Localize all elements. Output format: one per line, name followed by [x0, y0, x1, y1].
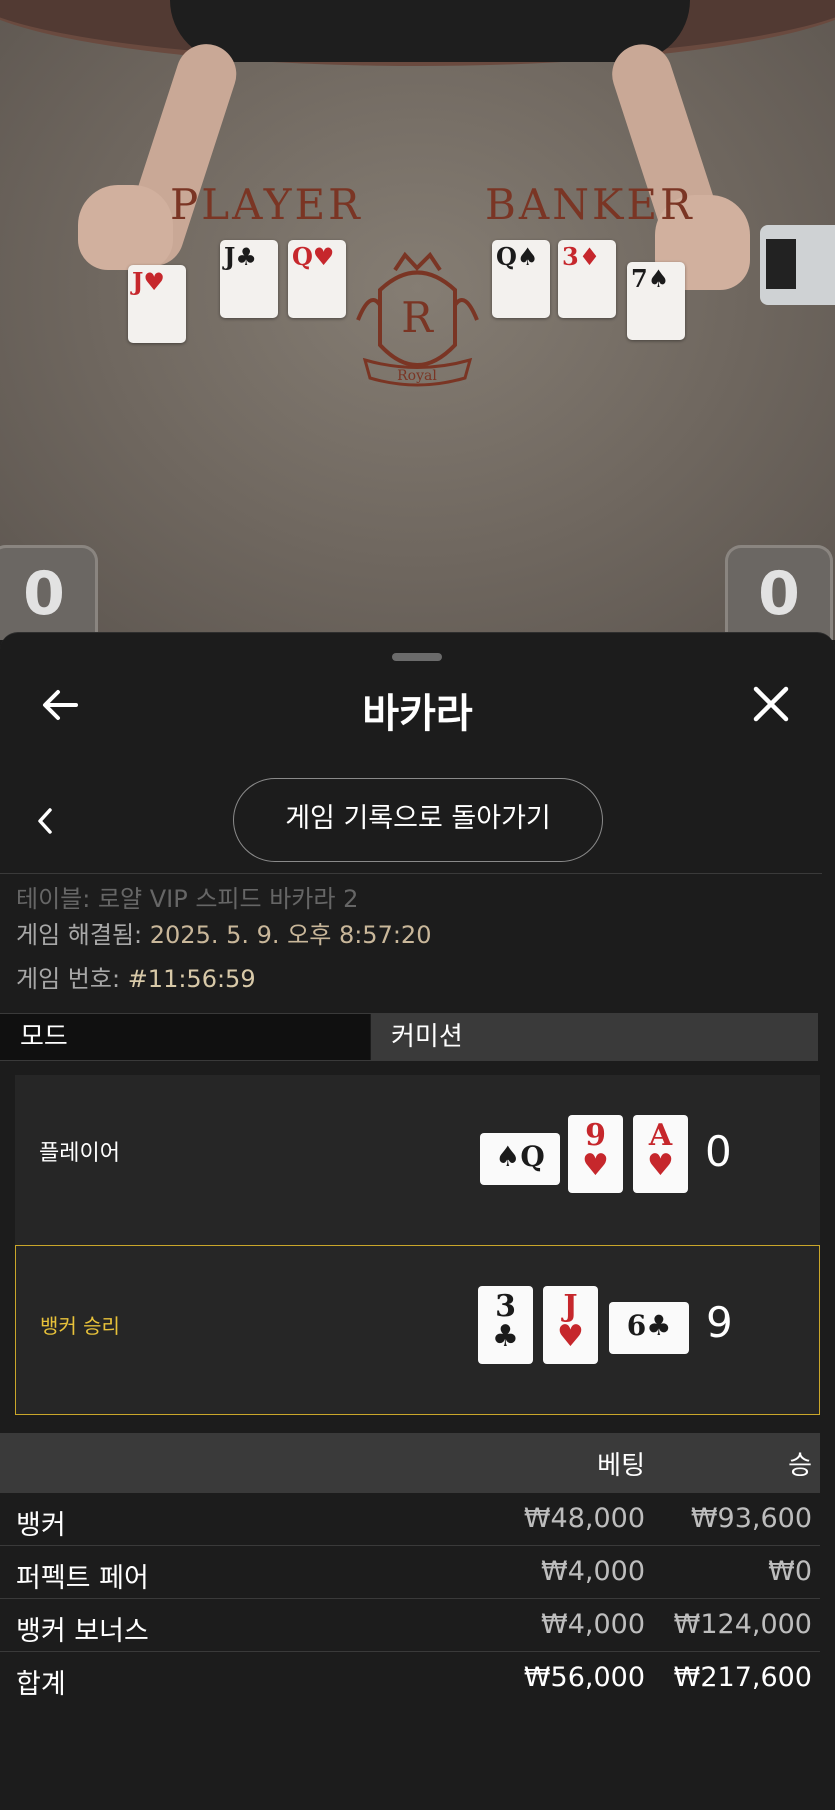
- table-row: 뱅커 보너스 ₩4,000 ₩124,000: [0, 1599, 820, 1652]
- banker-win-label: 뱅커 승리: [40, 1314, 120, 1338]
- card-rank: J: [563, 1289, 578, 1324]
- table-card-suit: ♠: [647, 264, 670, 293]
- card-suit: ♠: [495, 1140, 521, 1173]
- table-row: 뱅커 ₩48,000 ₩93,600: [0, 1493, 820, 1546]
- bet-name: 퍼펙트 페어: [16, 1563, 149, 1594]
- table-row: 퍼펙트 페어 ₩4,000 ₩0: [0, 1546, 820, 1599]
- table-card-suit: ♦: [578, 242, 601, 271]
- total-label: 합계: [16, 1669, 66, 1700]
- table-card-player-2: J♣: [220, 240, 278, 318]
- table-card-banker-3: 7♠: [627, 262, 685, 340]
- total-row: 합계 ₩56,000 ₩217,600: [0, 1652, 820, 1704]
- banker-hand-score: 9: [706, 1298, 733, 1347]
- video-banker-score: 0: [725, 545, 833, 640]
- player-hand-panel: 플레이어 ♠Q 9 ♥ A ♥ 0: [15, 1075, 820, 1245]
- banker-hand-panel: 뱅커 승리 3 ♣ J ♥ 6♣ 9: [15, 1245, 820, 1415]
- card-rank: 6: [626, 1309, 647, 1342]
- bet-amount: ₩4,000: [541, 1609, 645, 1640]
- bet-amount: ₩4,000: [541, 1556, 645, 1587]
- game-number-label: 게임 번호:: [16, 965, 121, 993]
- sheet-drag-handle[interactable]: [392, 653, 442, 661]
- tab-mode[interactable]: 모드: [0, 1014, 370, 1060]
- bet-name: 뱅커 보너스: [16, 1616, 149, 1647]
- crest-text: Royal: [397, 368, 437, 384]
- card-shoe: [760, 225, 835, 305]
- video-player-score-value: 0: [23, 559, 65, 629]
- banker-card-3: 6♣: [609, 1302, 689, 1354]
- resolved-label: 게임 해결됨:: [16, 921, 143, 949]
- table-card-suit: ♥: [312, 242, 335, 271]
- bet-column-header: 베팅: [597, 1451, 645, 1481]
- table-card-rank: Q: [292, 242, 313, 271]
- player-hand-score: 0: [705, 1127, 732, 1176]
- player-card-3: A ♥: [633, 1115, 688, 1193]
- bet-table-header: 베팅 승: [0, 1433, 820, 1493]
- live-video: PLAYER BANKER J♥ J♣ Q♥ Q♠ 3♦ 7♠ R Royal …: [0, 0, 835, 640]
- player-card-1: ♠Q: [480, 1133, 560, 1185]
- table-card-rank: Q: [496, 242, 517, 271]
- card-suit: ♣: [646, 1309, 672, 1342]
- win-amount: ₩124,000: [673, 1609, 812, 1640]
- table-card-banker-1: Q♠: [492, 240, 550, 318]
- card-rank: A: [648, 1118, 673, 1153]
- card-rank: 3: [495, 1289, 516, 1324]
- table-card-banker-2: 3♦: [558, 240, 616, 318]
- table-card-player-1: J♥: [128, 265, 186, 343]
- banker-card-2: J ♥: [543, 1286, 598, 1364]
- table-card-player-3: Q♥: [288, 240, 346, 318]
- resolved-value: 2025. 5. 9. 오후 8:57:20: [149, 921, 432, 949]
- chevron-left-icon[interactable]: [34, 805, 56, 837]
- table-banker-label: BANKER: [485, 180, 695, 229]
- video-banker-score-value: 0: [758, 559, 800, 629]
- player-hand-label: 플레이어: [39, 1141, 120, 1166]
- page-title: 바카라: [362, 691, 473, 737]
- card-rank: 9: [585, 1118, 606, 1153]
- banker-card-1: 3 ♣: [478, 1286, 533, 1364]
- close-icon[interactable]: [750, 683, 792, 725]
- crest-letter: R: [401, 293, 434, 342]
- divider: [0, 873, 822, 874]
- bet-name: 뱅커: [16, 1510, 66, 1541]
- game-detail-sheet: 바카라 게임 기록으로 돌아가기 테이블: 로얄 VIP 스피드 바카라 2 게…: [0, 632, 835, 1810]
- table-name-text: 테이블: 로얄 VIP 스피드 바카라 2: [16, 885, 359, 913]
- win-column-header: 승: [788, 1451, 812, 1481]
- card-rank: Q: [520, 1140, 545, 1173]
- player-card-2: 9 ♥: [568, 1115, 623, 1193]
- table-card-suit: ♣: [235, 242, 257, 271]
- resolved-time: 게임 해결됨: 2025. 5. 9. 오후 8:57:20: [16, 915, 431, 950]
- table-card-rank: 3: [562, 242, 579, 271]
- mode-tabs: 모드 커미션: [0, 1013, 818, 1061]
- card-suit: ♥: [582, 1148, 609, 1183]
- table-card-rank: J: [224, 242, 236, 271]
- bet-amount: ₩48,000: [523, 1503, 645, 1534]
- table-player-label: PLAYER: [170, 180, 363, 229]
- royal-crest-logo: R Royal: [356, 251, 479, 387]
- card-suit: ♣: [492, 1319, 519, 1354]
- total-bet: ₩56,000: [523, 1662, 645, 1693]
- win-amount: ₩0: [768, 1556, 812, 1587]
- tab-commission[interactable]: 커미션: [371, 1014, 818, 1060]
- game-number-value: #11:56:59: [127, 965, 256, 993]
- dealer-left-hand: [78, 185, 173, 270]
- dealer: [170, 0, 690, 62]
- total-win: ₩217,600: [673, 1662, 812, 1693]
- card-suit: ♥: [647, 1148, 674, 1183]
- card-suit: ♥: [557, 1319, 584, 1354]
- win-amount: ₩93,600: [690, 1503, 812, 1534]
- game-number: 게임 번호: #11:56:59: [16, 959, 256, 994]
- video-player-score: 0: [0, 545, 98, 640]
- table-card-rank: J: [132, 267, 144, 296]
- table-card-suit: ♥: [143, 267, 165, 296]
- back-to-history-button[interactable]: 게임 기록으로 돌아가기: [233, 778, 603, 862]
- table-card-rank: 7: [631, 264, 648, 293]
- table-card-suit: ♠: [516, 242, 539, 271]
